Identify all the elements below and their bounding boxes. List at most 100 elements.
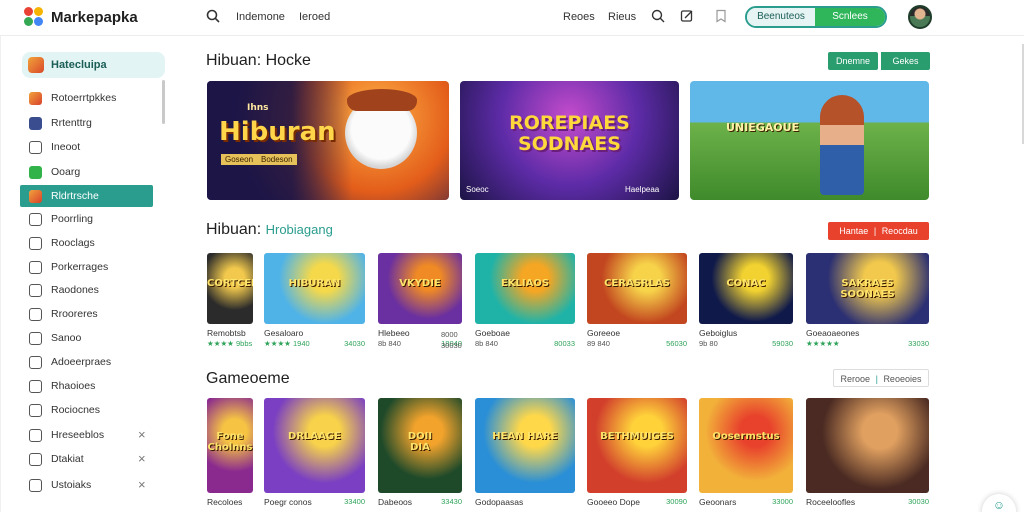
- game-name[interactable]: Dabeoos: [378, 497, 412, 507]
- game-card[interactable]: CONAC Geboiglus 9b 80 59030: [699, 253, 793, 352]
- close-icon[interactable]: ×: [138, 477, 146, 492]
- game-card[interactable]: CORTCEIE Remobtsb★★★★ 9bbs: [207, 253, 253, 352]
- game-card[interactable]: EKLIAOS Goeboae 8b 840 80033: [475, 253, 575, 352]
- brand-name[interactable]: Markepapka: [51, 9, 138, 26]
- close-icon[interactable]: ×: [138, 427, 146, 442]
- sidebar-item[interactable]: Rrooreres: [20, 303, 153, 325]
- chat-icon[interactable]: ☺: [982, 494, 1016, 512]
- game-name[interactable]: Goeaoaeones: [806, 328, 859, 338]
- game-name[interactable]: Goeboae: [475, 328, 510, 338]
- game-card[interactable]: BETHMUIGES Gooeeo Dope 30090: [587, 398, 687, 512]
- game-thumbnail[interactable]: VKYDIE: [378, 253, 462, 324]
- bookmark-icon[interactable]: [713, 9, 729, 25]
- sidebar-item[interactable]: Dtakiat ×: [20, 448, 153, 470]
- game-thumbnail[interactable]: DRLAAGE: [264, 398, 365, 493]
- sidebar-item[interactable]: Ustoiaks ×: [20, 474, 153, 496]
- game-name[interactable]: Gooeeo Dope: [587, 497, 640, 507]
- game-thumbnail[interactable]: BETHMUIGES: [587, 398, 687, 493]
- games-filter-right[interactable]: Reoeoies: [883, 374, 921, 384]
- game-name[interactable]: Recoloes: [207, 497, 242, 507]
- nav-link-1[interactable]: Indemone: [236, 11, 285, 23]
- sidebar-item[interactable]: Porkerrages: [20, 256, 153, 278]
- hero-character-image: [820, 95, 864, 195]
- search-icon[interactable]: [650, 9, 666, 25]
- toggle-left-label[interactable]: Beenuteos: [747, 8, 815, 26]
- top-bar: Markepapka Indemone Ieroed Reoes Rieus B…: [0, 0, 1024, 36]
- trending-filter-button[interactable]: Hantae | Reocdau: [828, 222, 929, 240]
- game-name[interactable]: Godopaasas: [475, 497, 523, 507]
- game-name[interactable]: Remobtsb: [207, 328, 246, 338]
- game-name[interactable]: Geboiglus: [699, 328, 737, 338]
- featured-filter-right-button[interactable]: Gekes: [879, 52, 930, 70]
- logo-icon[interactable]: [24, 7, 44, 27]
- featured-banner[interactable]: ROREPIAES SODNAES Soeoc Haelpeaa: [460, 81, 679, 200]
- trending-filter-right[interactable]: Reocdau: [882, 226, 918, 236]
- game-thumbnail[interactable]: [806, 398, 929, 493]
- nav-link-3[interactable]: Reoes: [563, 11, 595, 23]
- sidebar-item[interactable]: Ooarg: [20, 161, 153, 183]
- game-thumbnail-title: DRLAAGE: [288, 431, 341, 442]
- games-filter-left[interactable]: Rerooe: [841, 374, 871, 384]
- toggle-right-label[interactable]: Scnlees: [815, 8, 885, 26]
- sidebar-scrollbar[interactable]: [162, 80, 165, 124]
- game-card[interactable]: HIBURAN Gesaloaro ★★★★ 1940 34030: [264, 253, 365, 352]
- game-rating: 8b 840: [475, 339, 498, 348]
- sidebar-item-label: Raodones: [51, 284, 99, 296]
- game-card[interactable]: Roceeloofles 30030: [806, 398, 929, 512]
- game-thumbnail[interactable]: SAKRAES SOONAES: [806, 253, 929, 324]
- tag-icon: [29, 332, 42, 345]
- featured-filter-left-button[interactable]: Dnemne: [828, 52, 878, 70]
- sidebar-item-label: Ineoot: [51, 141, 81, 153]
- game-thumbnail[interactable]: CORTCEIE: [207, 253, 253, 324]
- sidebar-item[interactable]: Sanoo: [20, 327, 153, 349]
- nav-link-2[interactable]: Ieroed: [299, 11, 330, 23]
- game-card[interactable]: SAKRAES SOONAES Goeaoaeones ★★★★★ 33030: [806, 253, 929, 352]
- trending-filter-left[interactable]: Hantae: [839, 226, 868, 236]
- game-thumbnail[interactable]: EKLIAOS: [475, 253, 575, 324]
- game-thumbnail[interactable]: CERASRLAS: [587, 253, 687, 324]
- nav-link-4[interactable]: Rieus: [608, 11, 636, 23]
- game-card[interactable]: DRLAAGE Poegr conos 33400: [264, 398, 365, 512]
- game-name[interactable]: Gesaloaro: [264, 328, 303, 338]
- close-icon[interactable]: ×: [138, 451, 146, 466]
- featured-banner[interactable]: Hiburan Ihns Goseon Bodeson: [207, 81, 449, 200]
- sidebar-item[interactable]: Poorrling: [20, 208, 153, 230]
- game-name[interactable]: Hlebeeo: [378, 328, 410, 338]
- sidebar-item[interactable]: Rotoerrtpkkes: [20, 87, 153, 109]
- game-card[interactable]: Oosermstus Geoonars 33000: [699, 398, 793, 512]
- game-thumbnail[interactable]: HIBURAN: [264, 253, 365, 324]
- search-icon[interactable]: [205, 9, 221, 25]
- game-name[interactable]: Roceeloofles: [806, 497, 855, 507]
- sidebar-item[interactable]: Adoeerpraes: [20, 351, 153, 373]
- game-card[interactable]: CERASRLAS Goreeoe 89 840 56030: [587, 253, 687, 352]
- sidebar-item[interactable]: Hreseeblos ×: [20, 424, 153, 446]
- banner-tag-2: Bodeson: [257, 154, 297, 165]
- sidebar-item[interactable]: Rhaoioes: [20, 375, 153, 397]
- game-card[interactable]: Fone Cholnns Recoloes: [207, 398, 253, 512]
- account-toggle[interactable]: Beenuteos Scnlees: [745, 6, 887, 28]
- sidebar-header[interactable]: Hatecluipa: [22, 52, 165, 78]
- game-thumbnail[interactable]: DOII DIA: [378, 398, 462, 493]
- game-name[interactable]: Geoonars: [699, 497, 736, 507]
- sidebar-item[interactable]: Rociocnes: [20, 399, 153, 421]
- game-thumbnail[interactable]: Fone Cholnns: [207, 398, 253, 493]
- game-name[interactable]: Poegr conos: [264, 497, 312, 507]
- game-thumbnail[interactable]: CONAC: [699, 253, 793, 324]
- star-icon: [29, 356, 42, 369]
- game-card[interactable]: HEAN HARE Godopaasas: [475, 398, 575, 512]
- sidebar-item[interactable]: Rooclags: [20, 232, 153, 254]
- section-title-main: Hibuan:: [206, 221, 262, 238]
- sidebar-item[interactable]: Rldrtrsche: [20, 185, 153, 207]
- avatar[interactable]: [908, 5, 932, 29]
- game-thumbnail-title: HIBURAN: [288, 278, 341, 289]
- game-name[interactable]: Goreeoe: [587, 328, 620, 338]
- sidebar-item[interactable]: Ineoot: [20, 136, 153, 158]
- game-thumbnail[interactable]: Oosermstus: [699, 398, 793, 493]
- edit-icon[interactable]: [679, 9, 695, 25]
- game-card[interactable]: DOII DIA Dabeoos 33430: [378, 398, 462, 512]
- sidebar-item[interactable]: Rrtenttrg: [20, 112, 153, 134]
- featured-banner[interactable]: UNIEGAOUE: [690, 81, 929, 200]
- sidebar-item[interactable]: Raodones: [20, 279, 153, 301]
- games-filter-button[interactable]: Rerooe | Reoeoies: [833, 369, 929, 387]
- game-thumbnail[interactable]: HEAN HARE: [475, 398, 575, 493]
